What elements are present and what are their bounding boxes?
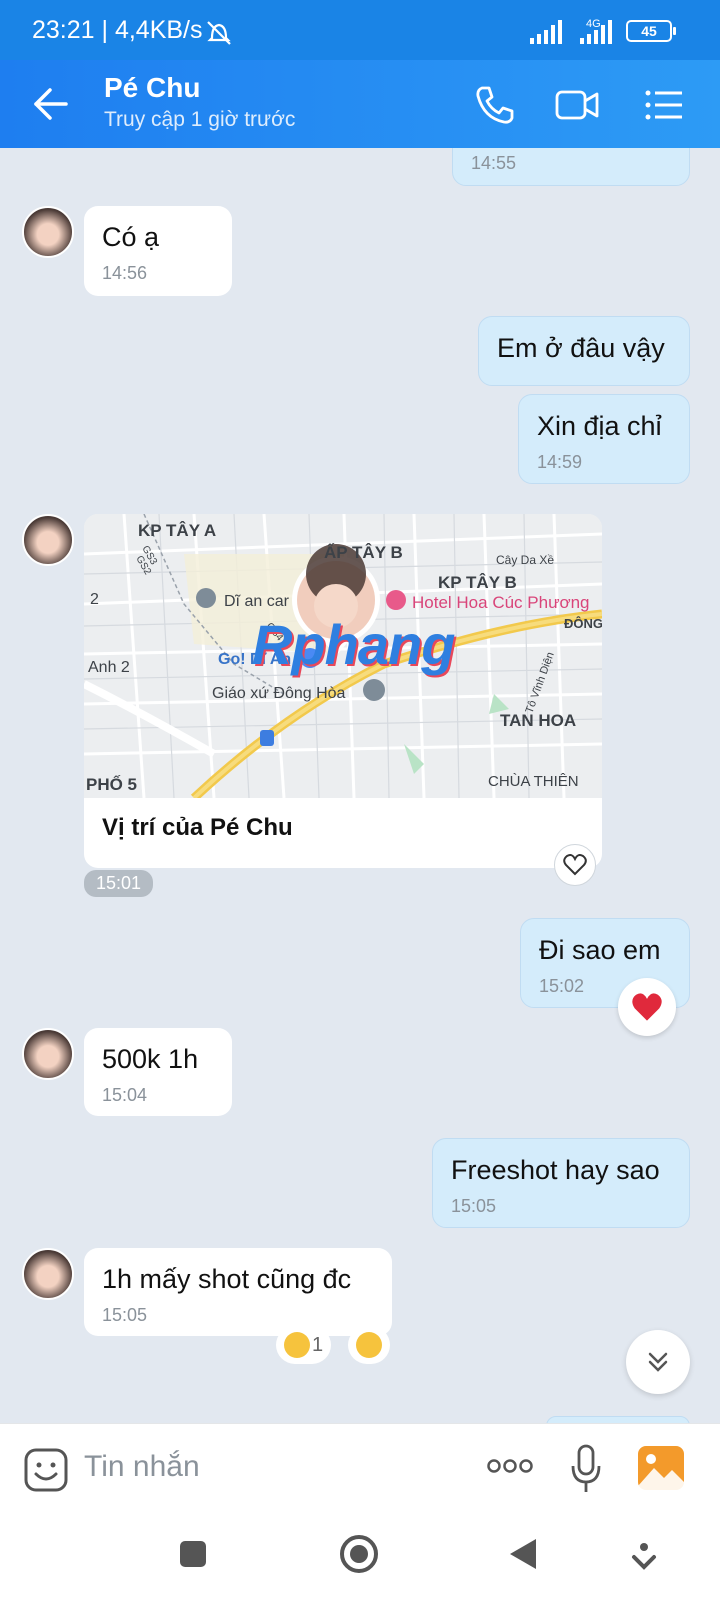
like-button[interactable] xyxy=(554,844,596,886)
avatar[interactable] xyxy=(22,1028,74,1080)
message-bubble-out[interactable]: 14:55 xyxy=(452,148,690,186)
recent-apps-icon[interactable] xyxy=(178,1539,208,1569)
message-bubble-in[interactable]: Có ạ 14:56 xyxy=(84,206,232,296)
heart-filled-icon xyxy=(632,993,662,1021)
signal-4g-icon xyxy=(580,20,612,44)
surprised-emoji-icon xyxy=(356,1332,382,1358)
avatar[interactable] xyxy=(22,1248,74,1300)
add-reaction-button[interactable] xyxy=(348,1326,390,1364)
map-label: CHÙA THIÊN xyxy=(488,773,579,790)
message-bubble-out[interactable]: Em ở đâu vậy xyxy=(478,316,690,386)
more-options-icon[interactable] xyxy=(486,1458,534,1474)
map-label: Giáo xứ Đông Hòa xyxy=(212,685,346,702)
message-text: Em ở đâu vậy xyxy=(497,333,665,363)
location-title: Vị trí của Pé Chu xyxy=(102,814,293,841)
message-text: 500k 1h xyxy=(102,1044,199,1074)
message-text: Freeshot hay sao xyxy=(451,1155,660,1185)
sticker-icon[interactable] xyxy=(24,1448,68,1492)
message-time-chip: 15:01 xyxy=(84,870,154,897)
message-time: 15:05 xyxy=(102,1305,148,1325)
map-label: Cây Da Xề xyxy=(496,553,554,567)
message-bubble-in[interactable]: 1h mấy shot cũng đc 15:05 xyxy=(84,1248,392,1336)
phone-call-icon[interactable] xyxy=(472,82,518,128)
message-bubble-out[interactable]: Xin địa chỉ 14:59 xyxy=(518,394,690,484)
message-time: 14:55 xyxy=(471,153,517,173)
video-call-icon[interactable] xyxy=(554,82,600,128)
heart-outline-icon xyxy=(563,854,587,876)
map-label: ẤP TÂY B xyxy=(324,543,403,562)
map-label: TAN HOA xyxy=(500,711,576,730)
keyboard-hide-icon[interactable] xyxy=(630,1541,658,1571)
message-list[interactable]: 14:55 Có ạ 14:56 Em ở đâu vậy Xin địa ch… xyxy=(0,148,720,1423)
map-label: PHỐ 5 xyxy=(86,774,137,794)
system-nav-bar xyxy=(0,1513,720,1600)
message-text: 1h mấy shot cũng đc xyxy=(102,1264,352,1294)
message-text: Đi sao em xyxy=(539,935,661,965)
menu-list-icon[interactable] xyxy=(640,82,686,128)
home-icon[interactable] xyxy=(338,1533,380,1575)
reaction-summary[interactable]: 1 xyxy=(276,1326,332,1364)
back-arrow-icon[interactable] xyxy=(30,82,74,126)
watermark-logo: Rphang xyxy=(252,613,455,676)
message-bubble-in[interactable]: 500k 1h 15:04 xyxy=(84,1028,232,1116)
image-gallery-icon[interactable] xyxy=(638,1446,684,1490)
map-label: 2 xyxy=(90,591,99,608)
status-bar: 23:21 | 4,4KB/s 4G 45 xyxy=(0,0,720,60)
status-time: 23:21 | 4,4KB/s xyxy=(32,16,203,44)
scroll-to-bottom-button[interactable] xyxy=(626,1330,690,1394)
message-time: 14:56 xyxy=(102,263,148,283)
chat-header: Pé Chu Truy cập 1 giờ trước xyxy=(0,60,720,148)
message-composer: Tin nhắn xyxy=(0,1423,720,1513)
battery-icon: 45 xyxy=(626,20,676,42)
heart-reaction[interactable] xyxy=(618,978,676,1036)
map-label: Hotel Hoa Cúc Phương xyxy=(412,593,590,612)
message-text: Xin địa chỉ xyxy=(537,411,662,441)
avatar[interactable] xyxy=(22,514,74,566)
map-label: KP TÂY B xyxy=(438,573,517,592)
map-label: Anh 2 xyxy=(88,659,130,676)
contact-name[interactable]: Pé Chu xyxy=(104,72,200,104)
message-time: 15:04 xyxy=(102,1085,148,1105)
reaction-count: 1 xyxy=(312,1333,324,1356)
message-input[interactable]: Tin nhắn xyxy=(84,1450,200,1484)
signal-icon xyxy=(530,20,562,44)
message-text: Có ạ xyxy=(102,222,160,252)
map-label: ĐÔNG H xyxy=(564,616,602,631)
surprised-emoji-icon xyxy=(284,1332,310,1358)
microphone-icon[interactable] xyxy=(570,1444,602,1494)
chevron-double-down-icon xyxy=(648,1352,668,1372)
avatar[interactable] xyxy=(22,206,74,258)
message-time: 15:05 xyxy=(451,1196,497,1216)
message-bubble-out[interactable] xyxy=(546,1416,690,1423)
message-time: 14:59 xyxy=(537,452,583,472)
bell-off-icon xyxy=(207,21,231,45)
map-label: Dĩ an car xyxy=(224,593,290,610)
map-label: KP TÂY A xyxy=(138,521,216,540)
location-card[interactable]: KP TÂY A ẤP TÂY B Cây Da Xề KP TÂY B Hot… xyxy=(84,514,602,868)
last-seen-status: Truy cập 1 giờ trước xyxy=(104,108,296,131)
back-triangle-icon[interactable] xyxy=(508,1537,538,1571)
message-bubble-out[interactable]: Freeshot hay sao 15:05 xyxy=(432,1138,690,1228)
battery-level: 45 xyxy=(641,23,657,39)
